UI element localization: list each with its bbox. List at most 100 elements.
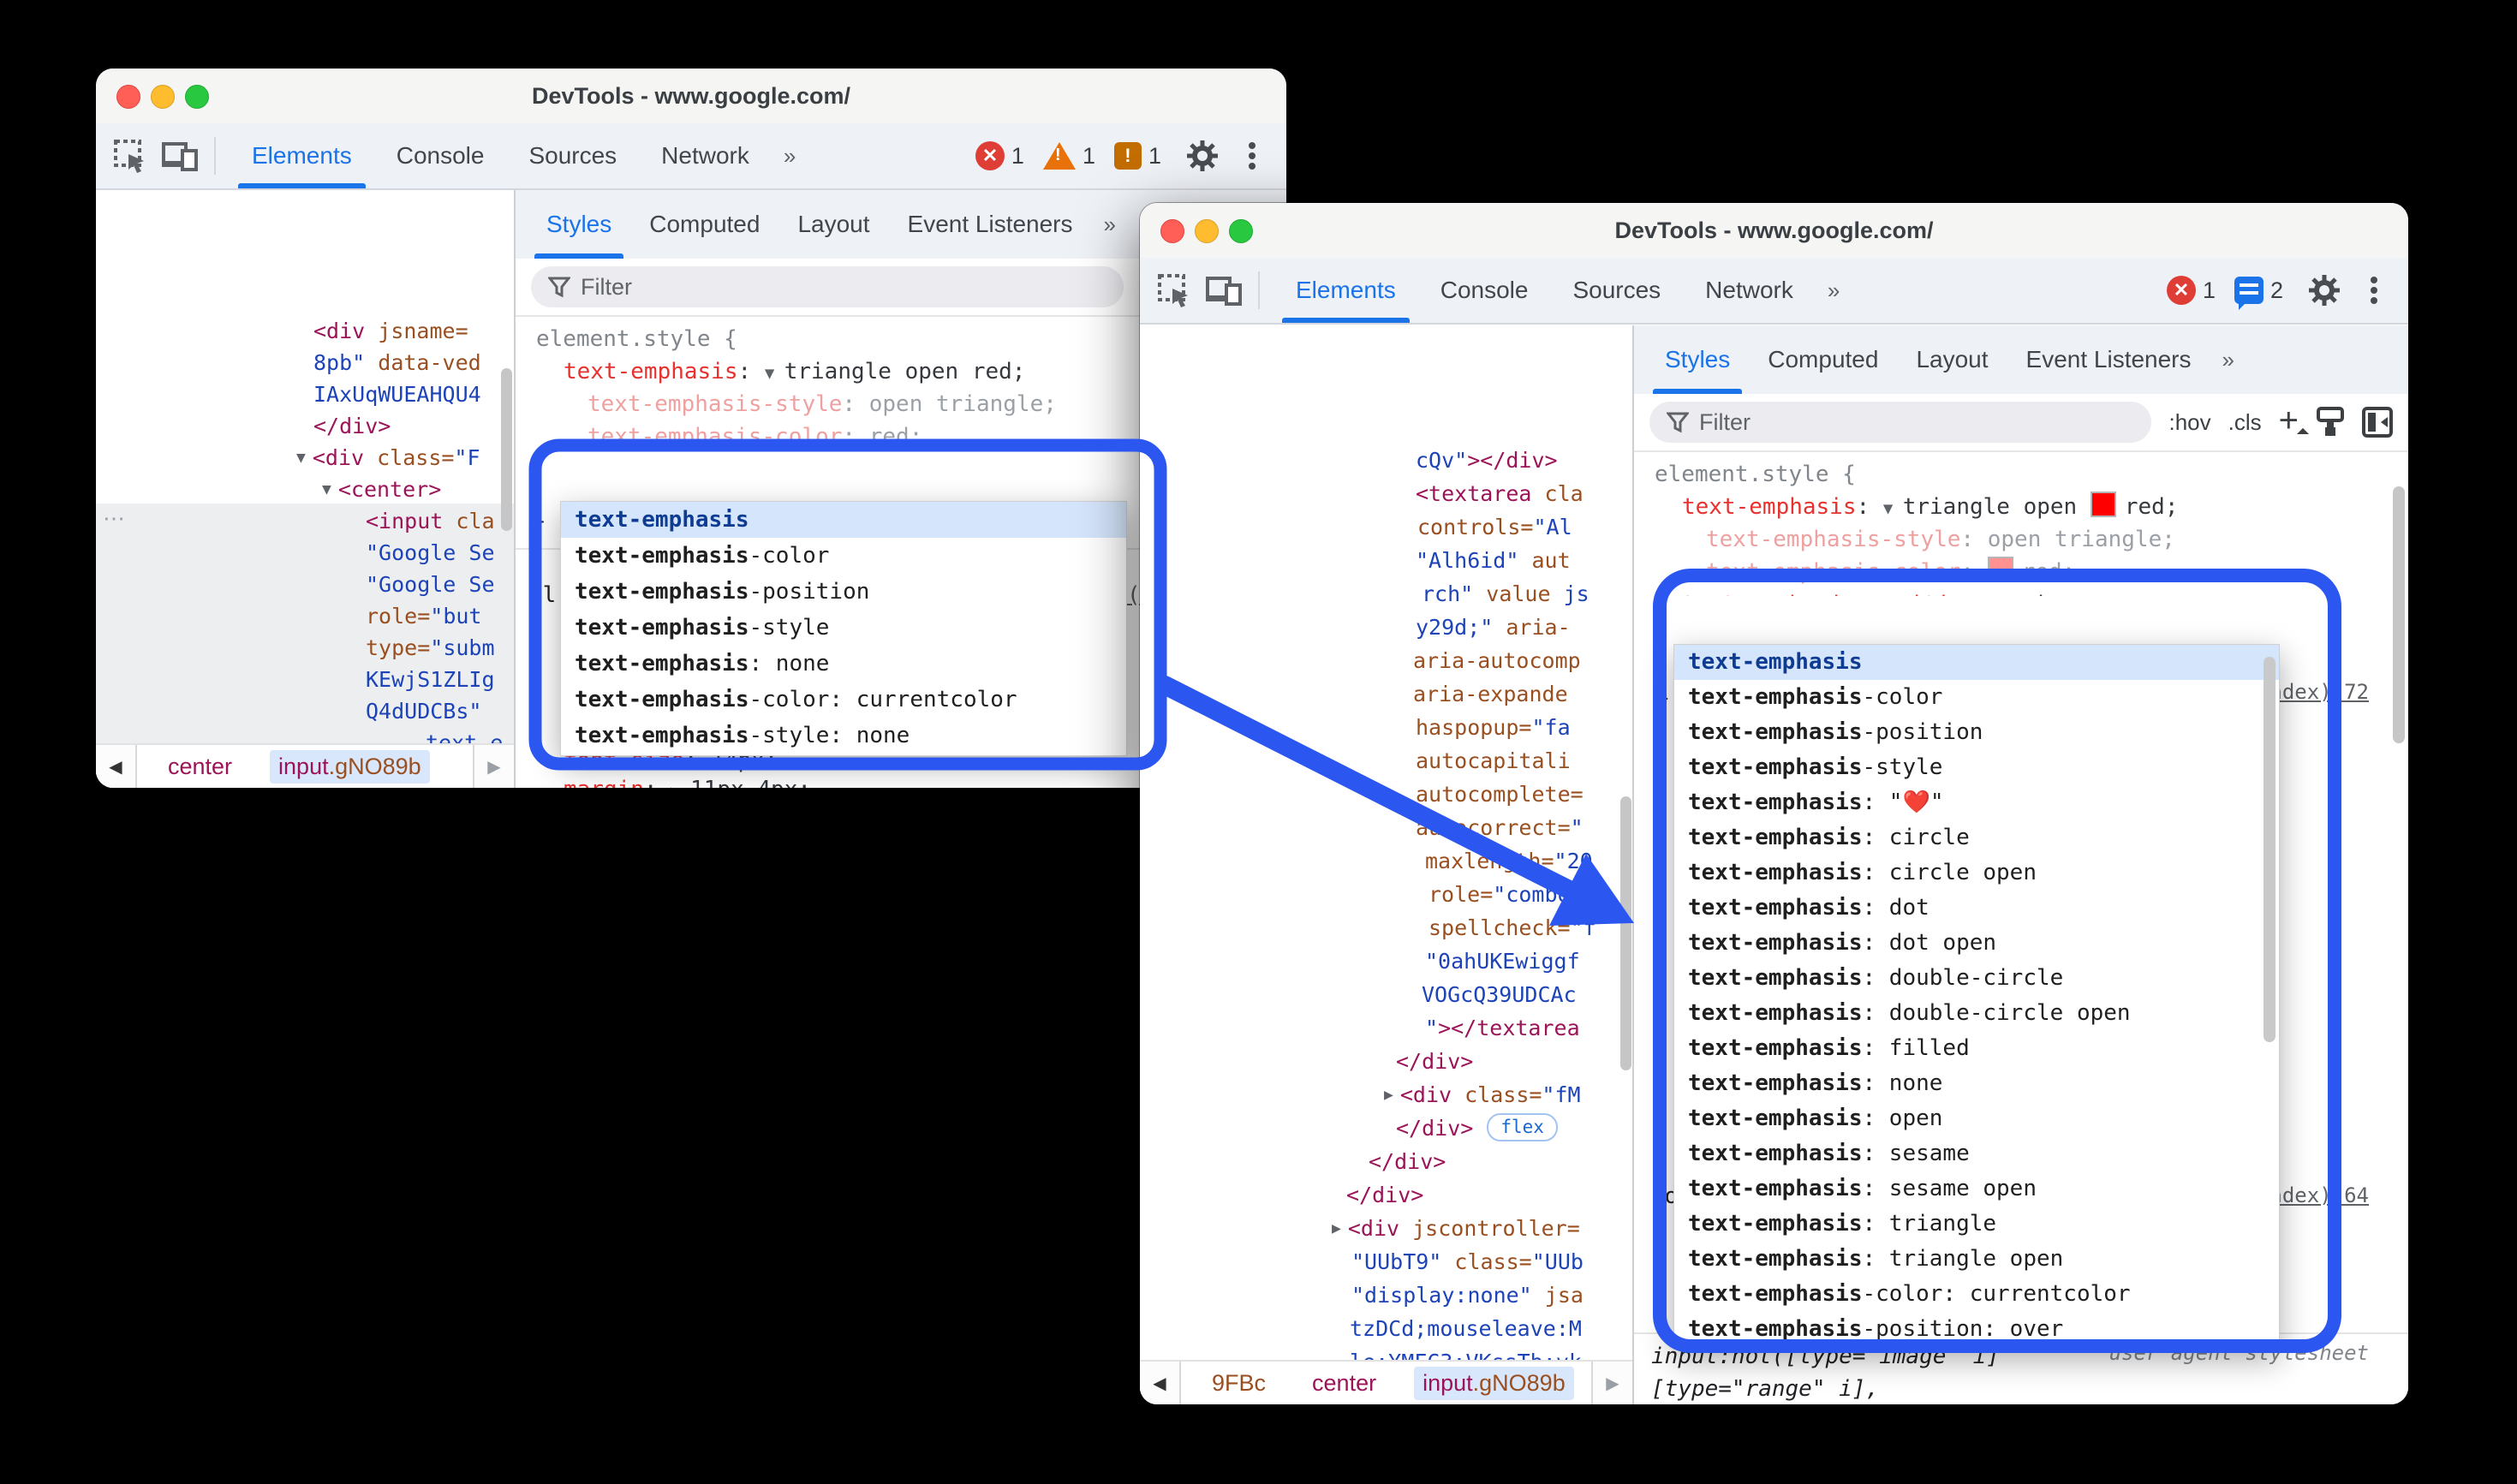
styles-pane-scrollbar[interactable] — [2393, 486, 2405, 743]
style-rule-line[interactable]: element.style { — [536, 324, 737, 355]
close-button[interactable] — [1160, 219, 1184, 243]
autocomplete-item[interactable]: text-emphasis-color: currentcolor — [1674, 1277, 2279, 1312]
code-line[interactable]: spellcheck="f — [1428, 914, 1596, 943]
close-button[interactable] — [116, 85, 140, 109]
tab-event-listeners[interactable]: Event Listeners — [889, 190, 1092, 259]
autocomplete-item[interactable]: text-emphasis: sesame open — [1674, 1171, 2279, 1207]
style-rule-line[interactable]: text-emphasis: ▼ triangle open red; — [1682, 492, 2178, 524]
tab-network[interactable]: Network — [639, 123, 772, 188]
devtools-window-front[interactable]: DevTools - www.google.com/ Elements Conso… — [1140, 203, 2408, 1404]
settings-gear-icon[interactable] — [2305, 271, 2343, 309]
elements-tree-pane[interactable]: cQv"></div> <textarea cla controls="Al "Alh… — [1140, 325, 1634, 1404]
autocomplete-item[interactable]: text-emphasis: dot — [1674, 891, 2279, 926]
tab-layout[interactable]: Layout — [1897, 325, 2007, 394]
more-tabs-icon[interactable]: » — [772, 143, 806, 170]
autocomplete-item[interactable]: text-emphasis: "❤️" — [1674, 785, 2279, 820]
zoom-button[interactable] — [1229, 219, 1253, 243]
minimize-button[interactable] — [1195, 219, 1219, 243]
autocomplete-item[interactable]: text-emphasis-color — [561, 538, 1126, 574]
code-line[interactable]: ▶ <div jscontroller= — [1332, 1214, 1580, 1246]
style-rule-line[interactable]: text-emphasis-color: red; — [1706, 557, 2075, 587]
rendering-emulation-icon[interactable] — [2316, 407, 2345, 438]
minimize-button[interactable] — [151, 85, 175, 109]
code-line[interactable]: role="but — [366, 602, 481, 631]
vertical-scrollbar[interactable] — [501, 368, 512, 531]
code-line[interactable]: KEwjS1ZLIg — [366, 665, 495, 694]
style-rule-line[interactable]: [type="range" i], — [1651, 1374, 1879, 1404]
autocomplete-scrollbar[interactable] — [2264, 657, 2275, 1042]
autocomplete-item[interactable]: text-emphasis: double-circle — [1674, 961, 2279, 996]
tab-elements[interactable]: Elements — [1273, 258, 1418, 323]
code-line[interactable]: autocomplete= — [1416, 780, 1584, 809]
autocomplete-item[interactable]: text-emphasis: dot open — [1674, 926, 2279, 961]
code-line[interactable]: haspopup="fa — [1416, 713, 1571, 742]
zoom-button[interactable] — [185, 85, 209, 109]
autocomplete-item[interactable]: text-emphasis: sesame — [1674, 1136, 2279, 1171]
error-badge[interactable]: ✕ 1 — [975, 141, 1024, 170]
autocomplete-popup[interactable]: text-emphasis text-emphasis-color text-emp… — [1673, 644, 2280, 1350]
autocomplete-item[interactable]: text-emphasis-style — [1674, 750, 2279, 785]
autocomplete-item[interactable]: text-emphasis: open — [1674, 1101, 2279, 1136]
code-line[interactable]: </div> — [1369, 1147, 1446, 1177]
code-line[interactable]: ▼ <center> — [322, 475, 441, 507]
breadcrumb-scroll-right[interactable]: ▶ — [473, 745, 514, 788]
code-line[interactable]: ▶ <div class="fM — [1384, 1081, 1581, 1112]
kebab-menu-icon[interactable] — [1233, 137, 1271, 175]
code-line[interactable]: <div jsname= — [313, 317, 468, 346]
code-line[interactable]: </div> — [1396, 1047, 1473, 1076]
autocomplete-popup[interactable]: text-emphasis text-emphasis-color text-emp… — [560, 501, 1127, 756]
breadcrumb-scroll-right[interactable]: ▶ — [1591, 1362, 1632, 1404]
autocomplete-item[interactable]: text-emphasis: double-circle open — [1674, 996, 2279, 1031]
code-line[interactable]: Q4dUDCBs" — [366, 697, 481, 726]
code-line[interactable]: ▼ <div class="F — [296, 444, 480, 475]
element-classes-button[interactable]: .cls — [2228, 409, 2262, 436]
code-line[interactable]: rch" value js — [1422, 580, 1590, 609]
tab-sources[interactable]: Sources — [1550, 258, 1683, 323]
code-line[interactable]: aria-expande — [1413, 680, 1568, 709]
messages-badge[interactable]: 2 — [2234, 277, 2283, 310]
tab-event-listeners[interactable]: Event Listeners — [2007, 325, 2210, 394]
autocomplete-item[interactable]: text-emphasis-style — [561, 610, 1126, 646]
autocomplete-item[interactable]: text-emphasis-position: over — [1674, 1312, 2279, 1347]
device-toolbar-icon[interactable] — [1205, 271, 1243, 309]
flex-badge[interactable]: flex — [1487, 1113, 1558, 1141]
autocomplete-item[interactable]: text-emphasis-color — [1674, 680, 2279, 715]
style-rule-line[interactable]: text-emphasis-style: open triangle; — [587, 389, 1057, 420]
tab-styles[interactable]: Styles — [528, 190, 630, 259]
code-line[interactable]: 8pb" data-ved — [313, 349, 481, 378]
style-rule-line[interactable]: text-emphasis-color: red; — [587, 421, 922, 452]
filter-input[interactable]: Filter — [1649, 402, 2152, 443]
inspect-icon[interactable] — [1155, 271, 1193, 309]
style-rule-line[interactable]: margin: ▶ 11px 4px; — [564, 774, 811, 788]
tab-network[interactable]: Network — [1683, 258, 1816, 323]
toggle-element-state-button[interactable]: :hov — [2168, 409, 2210, 436]
breadcrumb-item[interactable]: center — [1303, 1367, 1385, 1400]
code-line[interactable]: autocorrect=" — [1416, 814, 1584, 843]
tab-console[interactable]: Console — [374, 123, 507, 188]
kebab-menu-icon[interactable] — [2355, 271, 2393, 309]
error-badge[interactable]: ✕ 1 — [2166, 276, 2216, 305]
code-line[interactable]: </div> flex — [1396, 1113, 1558, 1144]
code-line[interactable]: VOGcQ39UDCAc — [1422, 980, 1577, 1010]
style-rule-line[interactable]: text-emphasis: ▼ triangle open red; — [564, 356, 1025, 389]
vertical-scrollbar[interactable] — [1620, 796, 1631, 1070]
code-line[interactable]: </div> — [313, 412, 391, 441]
devtools-window-back[interactable]: DevTools - www.google.com/ Elements Conso… — [96, 69, 1286, 788]
code-line[interactable]: cQv"></div> — [1416, 446, 1558, 475]
property-edit-row[interactable]: text-emphasis: ; — [1673, 596, 2278, 688]
code-line[interactable]: maxlength="20 — [1425, 847, 1593, 876]
autocomplete-item[interactable]: text-emphasis-style: none — [561, 718, 1126, 754]
code-line[interactable]: IAxUqWUEAHQU4 — [313, 380, 481, 409]
code-line[interactable]: type="subm — [366, 634, 495, 663]
code-line[interactable]: "Google Se — [366, 570, 495, 599]
code-line[interactable]: aria-autocomp — [1413, 647, 1581, 676]
more-sidebar-tabs-icon[interactable]: » — [1092, 212, 1126, 238]
filter-input[interactable]: Filter — [531, 266, 1124, 307]
code-line[interactable]: autocapitali — [1416, 747, 1571, 776]
tab-computed[interactable]: Computed — [1749, 325, 1897, 394]
settings-gear-icon[interactable] — [1184, 137, 1221, 175]
warning-badge[interactable]: 1 — [1042, 142, 1095, 170]
autocomplete-item[interactable]: text-emphasis — [1674, 645, 2279, 680]
code-line[interactable]: tzDCd;mouseleave:M — [1350, 1314, 1582, 1344]
element-overflow-gutter[interactable]: ⋯ — [103, 505, 127, 532]
